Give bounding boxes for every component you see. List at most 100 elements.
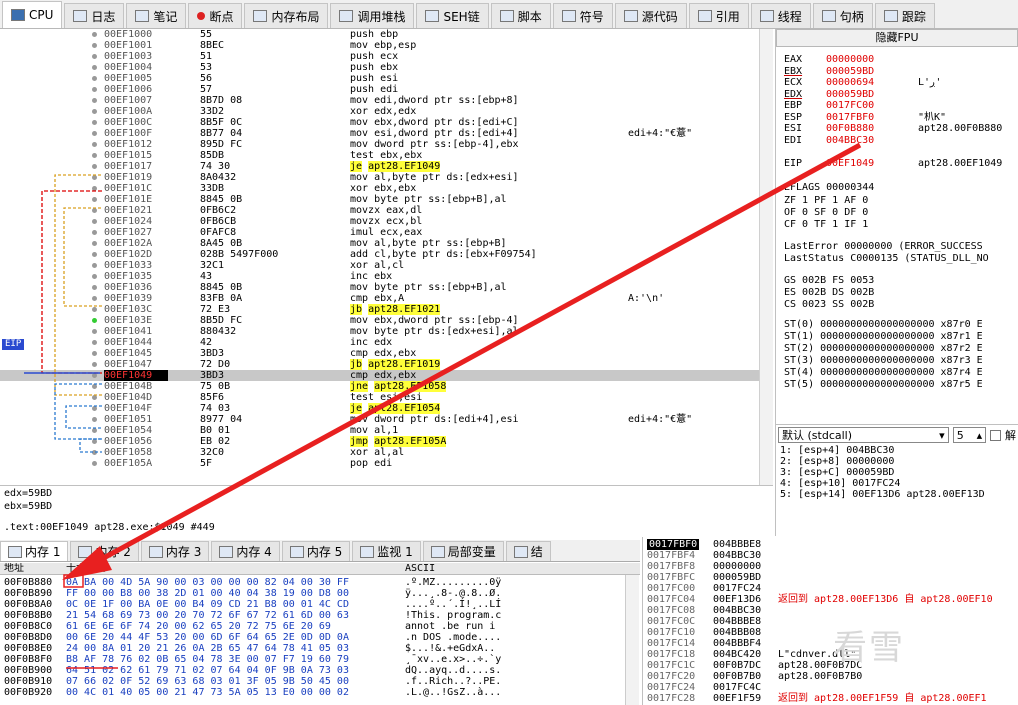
breakpoint-dot[interactable] [92,351,97,356]
register-value[interactable]: 00EF1049 [826,158,918,170]
breakpoint-dot[interactable] [92,384,97,389]
breakpoint-dot[interactable] [92,263,97,268]
register-value[interactable]: 000059BD [826,66,918,78]
disasm-row[interactable]: 00EF1039 83FB 0A cmp ebx,A A:'\n' [0,293,760,304]
disasm-row[interactable]: 00EF1041 880432 mov byte ptr ds:[edx+esi],… [0,326,760,337]
disasm-row[interactable]: 00EF1045 3BD3 cmp edx,ebx [0,348,760,359]
breakpoint-dot[interactable] [92,54,97,59]
tab-12[interactable]: 句柄 [812,3,873,28]
disasm-row[interactable]: 00EF101C 33DB xor ebx,ebx [0,183,760,194]
tab-4[interactable]: 内存布局 [244,3,329,28]
disasm-row[interactable]: 00EF103C 72 E3 jb apt28.EF1021 [0,304,760,315]
argument-row[interactable]: 1: [esp+4] 004BBC30 [776,445,1018,456]
stack-row[interactable]: 0017FBF0 004BBBE8 [643,539,1018,550]
breakpoint-dot[interactable] [92,87,97,92]
dump-row[interactable]: 00F0B900 64 51 02 62 61 79 71 02 07 64 04… [0,665,640,676]
breakpoint-dot[interactable] [92,175,97,180]
breakpoint-dot[interactable] [92,120,97,125]
register-value[interactable]: 00F0B880 [826,123,918,135]
breakpoint-dot[interactable] [92,230,97,235]
tab-13[interactable]: 跟踪 [874,3,935,28]
register-row[interactable]: ESI 00F0B880 apt28.00F0B880 [784,123,1002,135]
memory-tab-4[interactable]: 内存 5 [281,541,351,561]
tab-2[interactable]: 笔记 [126,3,187,28]
breakpoint-dot[interactable] [92,439,97,444]
stack-row[interactable]: 0017FC1C 00F0B7DC apt28.00F0B7DC [643,660,1018,671]
memory-dump-pane[interactable]: 地址 十六进制 ASCII 00F0B880 0A BA 00 4D 5A 90 … [0,563,640,705]
tab-0[interactable]: CPU [2,1,63,28]
register-value[interactable]: 0017FBF0 [826,112,918,124]
breakpoint-dot[interactable] [92,362,97,367]
breakpoint-dot[interactable] [92,43,97,48]
register-row[interactable]: ECX 00000694 L'ڔ' [784,77,941,89]
memory-tab-1[interactable]: 内存 2 [70,541,139,561]
breakpoint-dot[interactable] [92,318,97,323]
breakpoint-dot[interactable] [92,153,97,158]
stack-row[interactable]: 0017FC28 00EF1F59 返回到 apt28.00EF1F59 自 apt… [643,693,1018,704]
breakpoint-dot[interactable] [92,340,97,345]
disasm-row[interactable]: 00EF1024 0FB6CB movzx ecx,bl [0,216,760,227]
disasm-row[interactable]: 00EF1027 0FAFC8 imul ecx,eax [0,227,760,238]
disasm-row[interactable]: 00EF1033 32C1 xor al,cl [0,260,760,271]
disasm-row[interactable]: 00EF1003 51 push ecx [0,51,760,62]
register-row[interactable]: EAX 00000000 [784,54,918,66]
memory-tab-7[interactable]: 结 [505,541,551,561]
stack-pane[interactable]: 0017FBF0 004BBBE8 0017FBF4 004BBC30 0017FBF8… [642,537,1018,705]
tab-8[interactable]: 符号 [552,3,613,28]
disasm-row[interactable]: 00EF1012 895D FC mov dword ptr ss:[ebp-4],… [0,139,760,150]
arg-count-spinner[interactable]: 5 ▴ [952,427,987,443]
stack-row[interactable]: 0017FC10 004BBB08 [643,627,1018,638]
disasm-row[interactable]: 00EF104B 75 0B jne apt28.EF1058 [0,381,760,392]
argument-row[interactable]: 4: [esp+10] 0017FC24 [776,478,1018,489]
breakpoint-dot[interactable] [92,285,97,290]
register-row[interactable]: EDI 004BBC30 [784,135,918,147]
stack-row[interactable]: 0017FBFC 000059BD [643,572,1018,583]
stack-row[interactable]: 0017FBF4 004BBC30 [643,550,1018,561]
dump-row[interactable]: 00F0B920 00 4C 01 40 05 00 21 47 73 5A 05… [0,687,640,698]
register-row[interactable]: EBP 0017FC00 [784,100,918,112]
stack-row[interactable]: 0017FC20 00F0B7B0 apt28.00F0B7B0 [643,671,1018,682]
hide-fpu-button[interactable]: 隐藏FPU [776,29,1018,47]
disasm-row[interactable]: 00EF1049 3BD3 cmp edx,ebx [0,370,760,381]
flags-row[interactable]: OF 0 SF 0 DF 0 [784,207,868,219]
register-value[interactable]: 0017FC00 [826,100,918,112]
disasm-row[interactable]: 00EF105A 5F pop edi [0,458,760,469]
disasm-row[interactable]: 00EF1000 55 push ebp [0,29,760,40]
flags-row[interactable]: CF 0 TF 1 IF 1 [784,219,868,231]
disasm-row[interactable]: 00EF1035 43 inc ebx [0,271,760,282]
tab-6[interactable]: SEH链 [416,3,489,28]
cpu-disassembly-pane[interactable]: 00EF1000 55 push ebp 00EF1001 8BEC mov ebp,es… [0,29,773,485]
breakpoint-dot[interactable] [92,406,97,411]
disasm-row[interactable]: 00EF1015 85DB test ebx,ebx [0,150,760,161]
memory-tab-0[interactable]: 内存 1 [0,541,69,561]
stack-row[interactable]: 0017FC0C 004BBBE8 [643,616,1018,627]
register-value[interactable]: 000059BD [826,89,918,101]
breakpoint-dot[interactable] [92,428,97,433]
breakpoint-dot[interactable] [92,450,97,455]
breakpoint-dot[interactable] [92,32,97,37]
breakpoint-dot[interactable] [92,461,97,466]
breakpoint-dot[interactable] [92,142,97,147]
breakpoint-dot[interactable] [92,373,97,378]
dump-row[interactable]: 00F0B8C0 61 6E 6E 6F 74 20 00 62 65 20 72… [0,621,640,632]
disasm-row[interactable]: 00EF1004 53 push ebx [0,62,760,73]
disasm-row[interactable]: 00EF1007 8B7D 08 mov edi,dword ptr ss:[ebp… [0,95,760,106]
disasm-row[interactable]: 00EF100A 33D2 xor edx,edx [0,106,760,117]
register-value[interactable]: 00000694 [826,77,918,89]
disasm-row[interactable]: 00EF1058 32C0 xor al,al [0,447,760,458]
disasm-row[interactable]: 00EF1001 8BEC mov ebp,esp [0,40,760,51]
breakpoint-dot[interactable] [92,164,97,169]
disasm-row[interactable]: 00EF102D 028B 5497F000 add cl,byte ptr ds:… [0,249,760,260]
disasm-row[interactable]: 00EF1047 72 D0 jb apt28.EF1019 [0,359,760,370]
breakpoint-dot[interactable] [92,197,97,202]
disasm-row[interactable]: 00EF1056 EB 02 jmp apt28.EF105A [0,436,760,447]
register-row[interactable]: EBX 000059BD [784,66,918,78]
disasm-row[interactable]: 00EF1051 8977 04 mov dword ptr ds:[edi+4],… [0,414,760,425]
breakpoint-dot[interactable] [92,131,97,136]
unlock-checkbox[interactable] [990,429,1002,441]
dump-row[interactable]: 00F0B8A0 0C 0E 1F 00 BA 0E 00 B4 09 CD 21… [0,599,640,610]
stack-row[interactable]: 0017FC18 004BC420 L"cdnver.dll" [643,649,1018,660]
breakpoint-dot[interactable] [92,296,97,301]
disasm-row[interactable]: 00EF1019 8A0432 mov al,byte ptr ds:[edx+es… [0,172,760,183]
dump-row[interactable]: 00F0B880 0A BA 00 4D 5A 90 00 03 00 00 00… [0,577,640,588]
